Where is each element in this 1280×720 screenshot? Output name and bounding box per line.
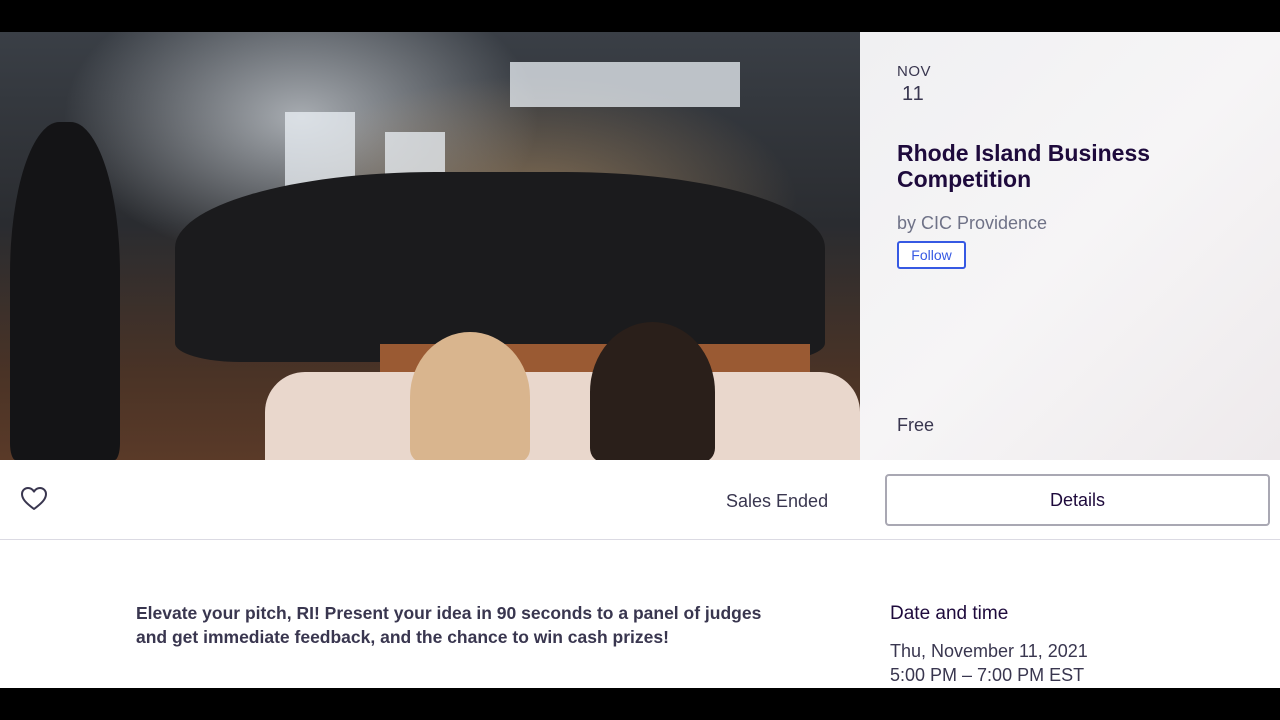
crowd-shape [175, 172, 825, 362]
event-time: 5:00 PM – 7:00 PM EST [890, 665, 1085, 685]
event-price: Free [897, 415, 935, 435]
details-button[interactable]: Details [885, 474, 1270, 526]
date-time-heading: Date and time [890, 603, 1009, 624]
heart-outline-icon[interactable] [20, 486, 48, 512]
sales-status: Sales Ended [726, 491, 829, 511]
seated-person-shape [590, 322, 715, 460]
seated-person-shape [410, 332, 530, 460]
event-page: NOV 11 Rhode Island Business Competition… [0, 32, 1280, 688]
event-date: Thu, November 11, 2021 [890, 641, 1088, 661]
speaker-shape [10, 122, 120, 460]
event-info-panel: NOV 11 Rhode Island Business Competition… [860, 32, 1280, 460]
event-title: Rhode Island Business Competition [897, 140, 1151, 192]
couch-shape [265, 372, 860, 460]
event-month: NOV [897, 63, 932, 80]
organizer-name[interactable]: by CIC Providence [897, 213, 1047, 234]
follow-button[interactable]: Follow [897, 241, 966, 269]
letterbox-bottom [0, 688, 1280, 720]
window-shape [510, 62, 740, 107]
event-day: 11 [902, 83, 925, 105]
letterbox-top [0, 0, 1280, 32]
action-bar: Sales Ended Details [0, 460, 1280, 540]
event-hero-image [0, 32, 860, 460]
event-summary: Elevate your pitch, RI! Present your ide… [136, 603, 762, 647]
